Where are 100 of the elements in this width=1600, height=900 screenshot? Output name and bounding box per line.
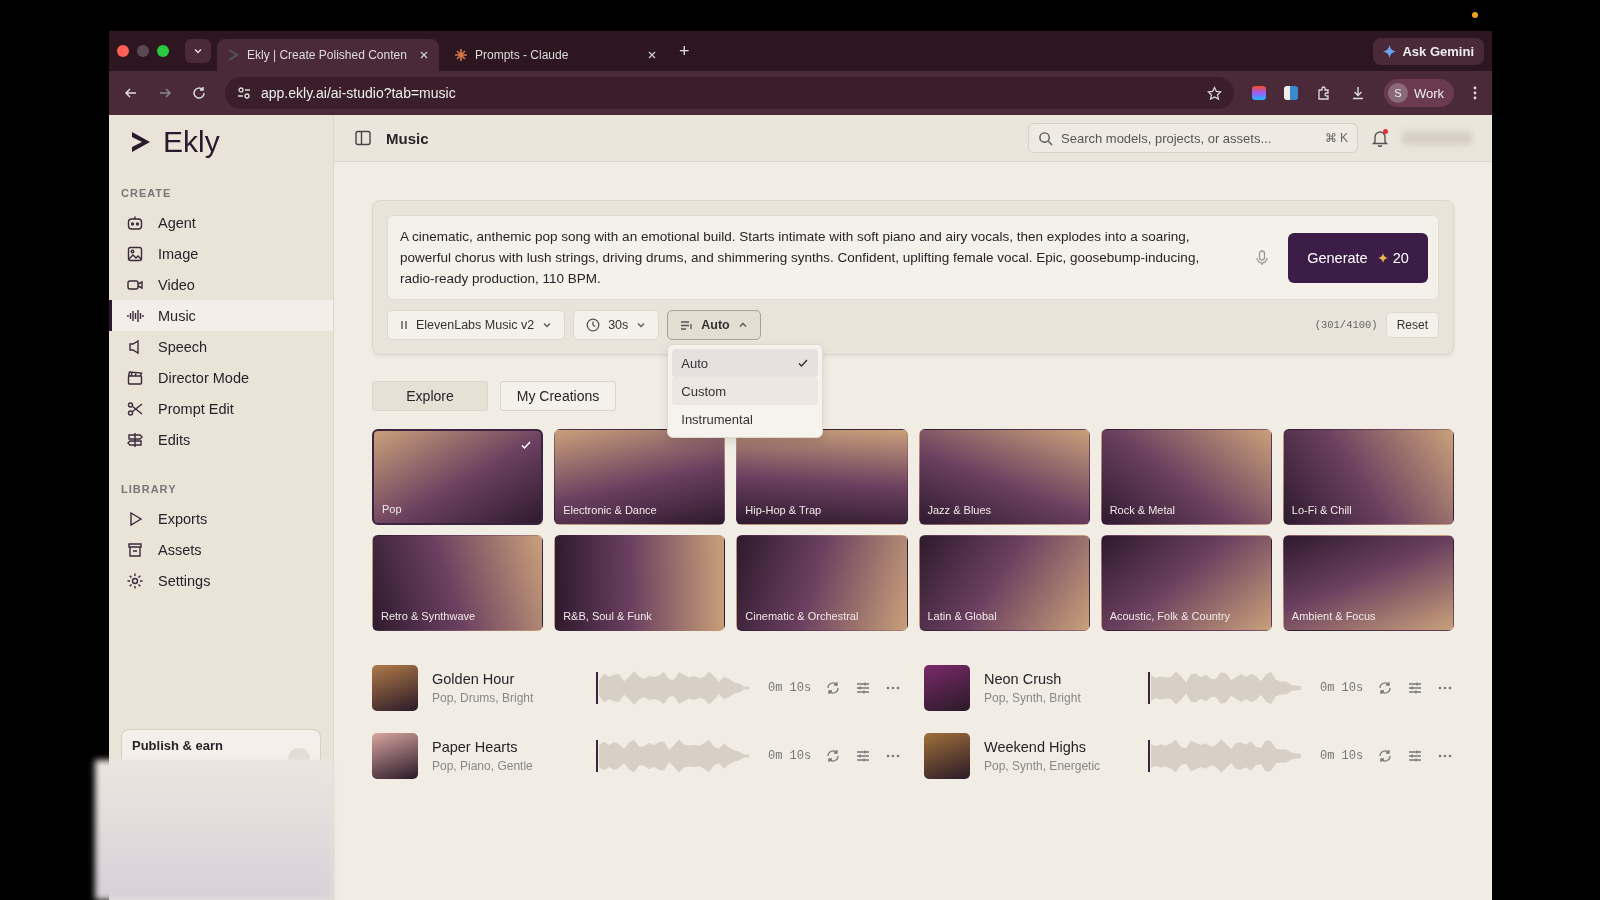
bookmark-star-icon[interactable] xyxy=(1206,85,1222,101)
nav-item[interactable]: Edits xyxy=(109,424,333,455)
genre-card[interactable]: Retro & Synthwave xyxy=(372,535,544,631)
sliders-icon[interactable] xyxy=(1407,748,1424,764)
nav-item[interactable]: Director Mode xyxy=(109,362,333,393)
list-music-icon xyxy=(680,319,694,331)
track-title: Golden Hour xyxy=(432,671,516,687)
genre-label: Jazz & Blues xyxy=(927,504,992,516)
extension-icon[interactable] xyxy=(1283,86,1298,100)
reload-icon[interactable] xyxy=(191,85,207,101)
cover-art-placeholder xyxy=(924,665,970,711)
section-heading: LIBRARY xyxy=(120,482,178,497)
sidebar-toggle-icon[interactable] xyxy=(354,129,372,147)
site-settings-icon[interactable] xyxy=(237,86,251,100)
notification-bell-icon[interactable] xyxy=(1372,129,1388,147)
genre-card[interactable]: Hip-Hop & Trap xyxy=(736,429,908,525)
puzzle-icon[interactable] xyxy=(1315,85,1332,101)
refresh-icon[interactable] xyxy=(1377,748,1394,764)
nav-item[interactable]: Music xyxy=(109,300,333,331)
nav-item[interactable]: Assets xyxy=(109,534,333,565)
microphone-icon[interactable] xyxy=(1256,249,1268,266)
url-text: app.ekly.ai/ai-studio?tab=music xyxy=(261,85,457,101)
model-dropdown[interactable]: ElevenLabs Music v2 xyxy=(387,310,566,340)
track-tags: Pop, Piano, Gentle xyxy=(432,759,582,773)
track-title: Paper Hearts xyxy=(432,739,519,755)
track-tags: Pop, Synth, Bright xyxy=(984,691,1134,705)
sparkle-icon xyxy=(1383,44,1397,58)
browser-tab[interactable]: Prompts - Claude xyxy=(445,39,667,71)
checkmark-icon xyxy=(520,439,533,451)
profile-button[interactable]: S Work xyxy=(1383,79,1454,107)
signpost-icon xyxy=(126,430,144,449)
chevron-logo-icon xyxy=(227,49,239,61)
mode-dropdown[interactable]: Auto xyxy=(667,310,761,340)
genre-label: Cinematic & Orchestral xyxy=(745,610,859,622)
nav-item[interactable]: Video xyxy=(109,269,333,300)
genre-card[interactable]: Electronic & Dance xyxy=(554,429,726,525)
refresh-icon[interactable] xyxy=(825,748,842,764)
extension-icon[interactable] xyxy=(1251,86,1266,100)
nav-label: Video xyxy=(158,276,195,293)
pause-bars-icon xyxy=(400,320,408,330)
genre-label: Ambient & Focus xyxy=(1291,610,1376,622)
more-vertical-icon[interactable] xyxy=(1472,85,1478,101)
nav-item[interactable]: Speech xyxy=(109,331,333,362)
tab-title: Prompts - Claude xyxy=(475,48,570,62)
address-bar[interactable]: app.ekly.ai/ai-studio?tab=music xyxy=(225,77,1234,109)
genre-card[interactable]: Ambient & Focus xyxy=(1282,535,1454,631)
refresh-icon[interactable] xyxy=(1377,680,1394,696)
minimize-window-button[interactable] xyxy=(137,45,149,57)
menu-item[interactable]: Auto xyxy=(672,349,819,377)
chevron-down-icon xyxy=(542,320,553,330)
nav-label: Prompt Edit xyxy=(158,400,234,417)
genre-label: Latin & Global xyxy=(927,610,997,622)
nav-item[interactable]: Prompt Edit xyxy=(109,393,333,424)
new-tab-button[interactable]: + xyxy=(673,39,696,63)
sliders-icon[interactable] xyxy=(855,748,872,764)
nav-item[interactable]: Exports xyxy=(109,503,333,534)
duration-dropdown[interactable]: 30s xyxy=(573,310,660,340)
nav-label: Exports xyxy=(158,510,208,527)
view-tab[interactable]: My Creations xyxy=(500,381,616,411)
close-icon[interactable] xyxy=(419,50,429,60)
reset-button[interactable]: Reset xyxy=(1385,312,1439,338)
refresh-icon[interactable] xyxy=(825,680,842,696)
ask-gemini-button[interactable]: Ask Gemini xyxy=(1373,37,1484,65)
clapperboard-icon xyxy=(126,368,144,387)
nav-label: Image xyxy=(158,245,199,262)
track-duration: 0m 10s xyxy=(1320,749,1364,763)
browser-tab[interactable]: Ekly | Create Polished Conten xyxy=(217,39,439,71)
track-tags: Pop, Drums, Bright xyxy=(432,691,582,705)
nav-item[interactable]: Settings xyxy=(109,565,333,596)
shortcut-hint: ⌘ K xyxy=(1324,131,1348,145)
sliders-icon[interactable] xyxy=(855,680,872,696)
genre-card[interactable]: R&B, Soul & Funk xyxy=(554,535,726,631)
prompt-field[interactable] xyxy=(387,215,1439,300)
genre-card[interactable]: Cinematic & Orchestral xyxy=(736,535,908,631)
genre-card[interactable]: Rock & Metal xyxy=(1100,429,1272,525)
starburst-logo-icon xyxy=(455,49,467,61)
genre-label: Retro & Synthwave xyxy=(381,610,476,622)
nav-label: Assets xyxy=(158,541,202,558)
nav-item[interactable]: Image xyxy=(109,238,333,269)
page-title: Music xyxy=(386,129,429,147)
genre-card[interactable]: Jazz & Blues xyxy=(918,429,1090,525)
genre-card[interactable]: Pop xyxy=(372,429,544,525)
nav-label: Settings xyxy=(158,572,211,589)
sliders-icon[interactable] xyxy=(1407,680,1424,696)
maximize-window-button[interactable] xyxy=(157,45,169,57)
view-tab[interactable]: Explore xyxy=(372,381,488,411)
tab-list-button[interactable] xyxy=(185,39,211,63)
close-icon[interactable] xyxy=(647,50,657,60)
character-counter: (301/4100) xyxy=(1314,319,1378,331)
generate-button[interactable]: Generate 20 xyxy=(1288,232,1428,283)
track-duration: 0m 10s xyxy=(768,681,812,695)
genre-card[interactable]: Latin & Global xyxy=(918,535,1090,631)
close-window-button[interactable] xyxy=(117,45,129,57)
genre-card[interactable]: Lo-Fi & Chill xyxy=(1282,429,1454,525)
genre-card[interactable]: Acoustic, Folk & Country xyxy=(1100,535,1272,631)
chevron-down-icon xyxy=(193,46,203,56)
menu-item[interactable]: Custom xyxy=(672,377,819,405)
chevron-down-icon xyxy=(636,320,647,330)
track-title: Weekend Highs xyxy=(984,739,1088,755)
nav-item[interactable]: Agent xyxy=(109,207,333,238)
